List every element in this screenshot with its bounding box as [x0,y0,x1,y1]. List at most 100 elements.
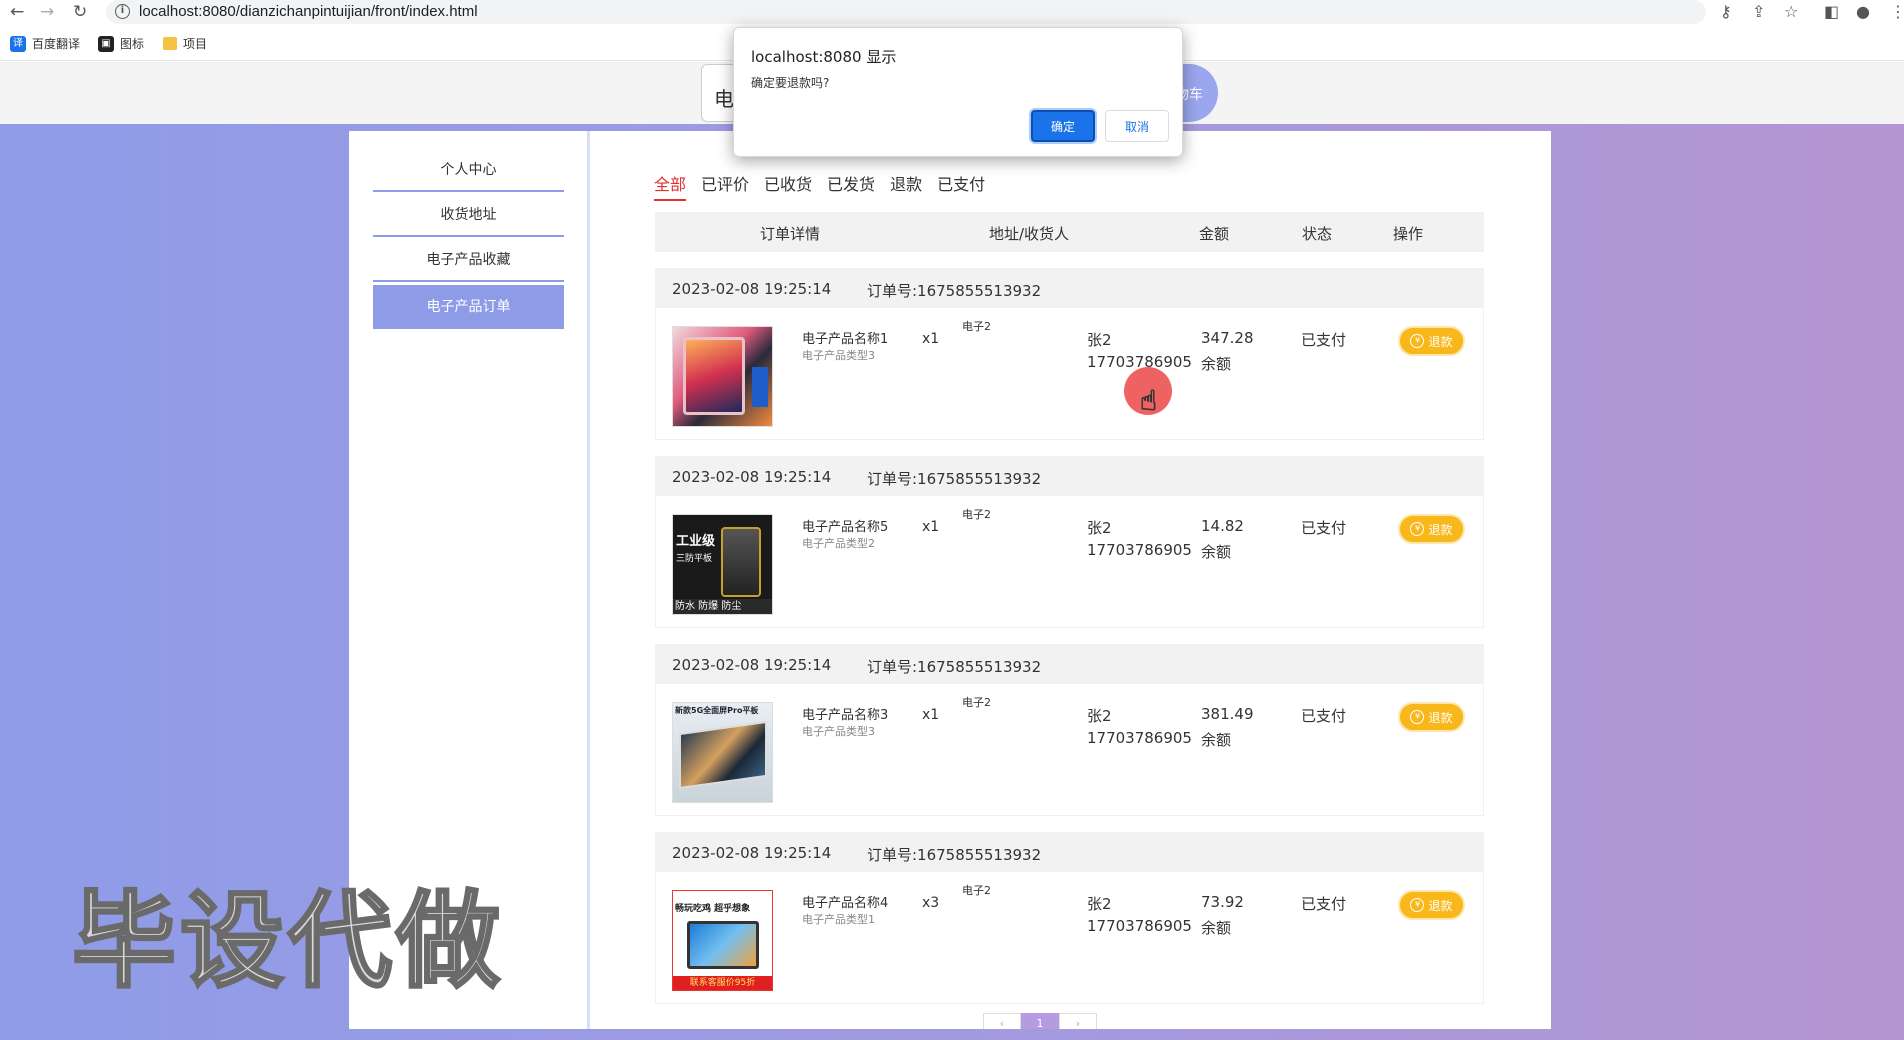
product-thumbnail[interactable] [672,326,773,427]
key-icon[interactable]: ⚷ [1720,2,1732,22]
sidebar-item-profile[interactable]: 个人中心 [373,148,564,192]
watermark-text: 毕设代做 [70,879,505,1004]
amount: 347.28 [1201,329,1254,347]
order-card: 2023-02-08 19:25:14 订单号:1675855513932 电子… [655,268,1484,440]
receiver: 张2 [1087,895,1112,913]
phone: 17703786905 [1087,541,1192,559]
thumb-caption: 畅玩吃鸡 超乎想象 [675,904,751,914]
star-icon[interactable]: ☆ [1784,2,1798,22]
thumb-caption: 联系客服价95折 [673,976,772,990]
orders-panel: 全部 已评价 已收货 已发货 退款 已支付 订单详情 地址/收货人 金额 状态 … [590,131,1551,1029]
product-name[interactable]: 电子产品名称1 [802,328,888,347]
product-thumbnail[interactable]: 新款5G全面屏Pro平板 [672,702,773,803]
refund-button[interactable]: ¥ 退款 [1398,514,1465,544]
site-info-icon[interactable]: i [115,4,130,19]
order-date: 2023-02-08 19:25:14 [672,468,832,486]
side-panel-icon[interactable]: ◧ [1824,2,1839,22]
header-order-detail: 订单详情 [760,225,821,243]
image-icon: ▣ [98,35,114,52]
product-thumbnail[interactable]: 工业级 三防平板 防水 防爆 防尘 [672,514,773,615]
profile-avatar-icon[interactable]: ● [1856,2,1870,22]
header-address: 地址/收货人 [989,225,1070,243]
reload-icon[interactable]: ↻ [73,2,87,22]
order-date: 2023-02-08 19:25:14 [672,280,832,298]
amount: 14.82 [1201,517,1244,535]
order-date: 2023-02-08 19:25:14 [672,844,832,862]
phone: 17703786905 [1087,729,1192,747]
order-row: 畅玩吃鸡 超乎想象 联系客服价95折 电子产品名称4 电子产品类型1 x3 电子… [655,872,1484,1004]
order-row: 电子产品名称1 电子产品类型3 x1 电子2 张2 17703786905 34… [655,308,1484,440]
pager-prev[interactable]: ‹ [983,1013,1021,1029]
tab-all[interactable]: 全部 [654,171,687,201]
hand-cursor-icon: ☝ [1139,384,1158,418]
yen-icon: ¥ [1410,898,1425,912]
bookmark-translate[interactable]: 译 百度翻译 [10,35,80,52]
address: 电子2 [962,320,991,333]
yen-icon: ¥ [1410,710,1425,724]
order-number: 订单号:1675855513932 [867,470,1042,488]
confirm-cancel-button[interactable]: 取消 [1105,110,1169,142]
refund-label: 退款 [1428,334,1453,349]
receiver: 张2 [1087,331,1112,349]
forward-arrow-icon[interactable]: → [40,2,54,22]
order-row: 新款5G全面屏Pro平板 电子产品名称3 电子产品类型3 x1 电子2 张2 1… [655,684,1484,816]
quantity: x1 [922,707,940,723]
table-header: 订单详情 地址/收货人 金额 状态 操作 [655,212,1484,252]
header-status: 状态 [1302,225,1333,243]
tab-reviewed[interactable]: 已评价 [701,171,749,201]
refund-button[interactable]: ¥ 退款 [1398,702,1465,732]
folder-icon [163,37,177,50]
order-status: 已支付 [1301,707,1347,725]
confirm-dialog: localhost:8080 显示 确定要退款吗? 确定 取消 [733,27,1183,157]
payment-method: 余额 [1201,543,1232,561]
pager-next[interactable]: › [1059,1013,1097,1029]
order-status: 已支付 [1301,519,1347,537]
product-name[interactable]: 电子产品名称4 [802,892,888,911]
payment-method: 余额 [1201,731,1232,749]
product-name[interactable]: 电子产品名称3 [802,704,888,723]
bookmark-projects[interactable]: 项目 [163,35,207,52]
tab-received[interactable]: 已收货 [764,171,812,201]
order-header: 2023-02-08 19:25:14 订单号:1675855513932 [655,832,1484,872]
bookmark-label: 图标 [120,37,145,51]
yen-icon: ¥ [1410,522,1425,536]
pagination: ‹ 1 › [983,1013,1097,1029]
back-arrow-icon[interactable]: ← [10,2,24,22]
dialog-title: localhost:8080 显示 [751,48,897,66]
tab-paid[interactable]: 已支付 [937,171,985,201]
address: 电子2 [962,884,991,897]
pager-current-page[interactable]: 1 [1021,1013,1059,1029]
quantity: x1 [922,331,940,347]
product-type: 电子产品类型1 [802,913,875,926]
confirm-ok-button[interactable]: 确定 [1031,110,1095,142]
thumb-caption: 三防平板 [676,554,713,564]
bookmark-label: 项目 [183,37,208,51]
product-name[interactable]: 电子产品名称5 [802,516,888,535]
translate-icon: 译 [10,35,26,52]
bookmark-label: 百度翻译 [32,37,81,51]
order-header: 2023-02-08 19:25:14 订单号:1675855513932 [655,644,1484,684]
order-number: 订单号:1675855513932 [867,846,1042,864]
product-type: 电子产品类型3 [802,725,875,738]
menu-kebab-icon[interactable]: ⋮ [1890,2,1904,22]
url-text: localhost:8080/dianzichanpintuijian/fron… [139,3,478,20]
payment-method: 余额 [1201,355,1232,373]
order-number: 订单号:1675855513932 [867,658,1042,676]
refund-button[interactable]: ¥ 退款 [1398,890,1465,920]
order-status: 已支付 [1301,331,1347,349]
order-row: 工业级 三防平板 防水 防爆 防尘 电子产品名称5 电子产品类型2 x1 电子2… [655,496,1484,628]
share-icon[interactable]: ⇪ [1752,2,1765,22]
order-header: 2023-02-08 19:25:14 订单号:1675855513932 [655,268,1484,308]
sidebar-item-favorites[interactable]: 电子产品收藏 [373,238,564,282]
amount: 73.92 [1201,893,1244,911]
receiver: 张2 [1087,707,1112,725]
sidebar-item-orders[interactable]: 电子产品订单 [373,285,564,329]
payment-method: 余额 [1201,919,1232,937]
refund-button[interactable]: ¥ 退款 [1398,326,1465,356]
product-thumbnail[interactable]: 畅玩吃鸡 超乎想象 联系客服价95折 [672,890,773,991]
sidebar-item-address[interactable]: 收货地址 [373,193,564,237]
tab-refund[interactable]: 退款 [890,171,922,201]
bookmark-icons[interactable]: ▣ 图标 [98,35,144,52]
thumb-caption: 防水 防爆 防尘 [673,599,772,614]
tab-shipped[interactable]: 已发货 [827,171,875,201]
